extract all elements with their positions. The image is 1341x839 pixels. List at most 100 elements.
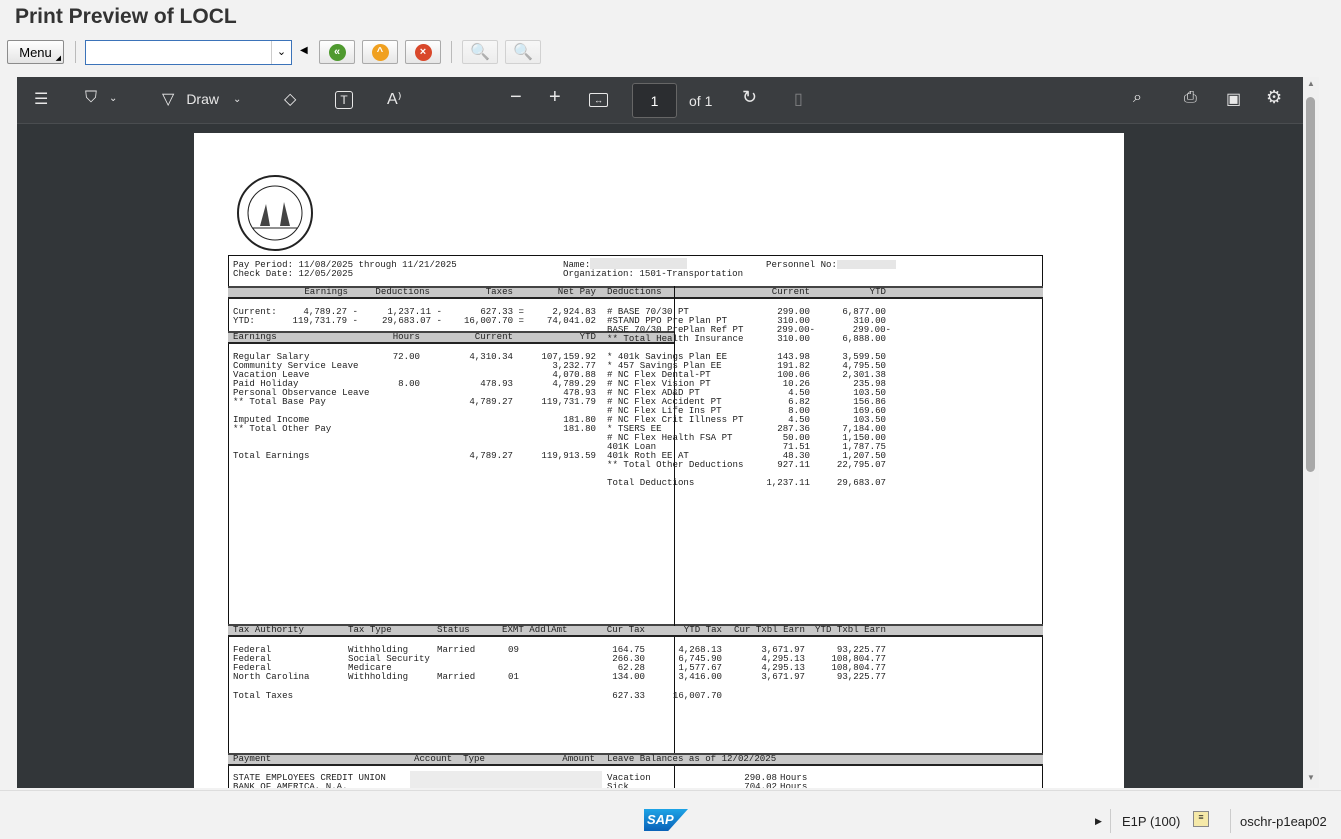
tax-value: 3,416.00: [678, 671, 722, 682]
earnings-header: Hours: [392, 331, 420, 342]
scroll-down-icon[interactable]: ▼: [1307, 773, 1315, 782]
personnel-label: Personnel No:: [766, 259, 837, 270]
deduction-ytd: 6,888.00: [842, 333, 886, 344]
deduction-current: 927.11: [777, 459, 810, 470]
summary-value: 29,683.07 -: [381, 315, 442, 326]
tax-header: Cur Txbl Earn: [734, 624, 805, 635]
summary-header: Deductions: [375, 286, 430, 297]
two-page-icon: ▯: [794, 91, 803, 108]
page-count: of 1: [689, 93, 713, 109]
tax-value: 134.00: [612, 671, 645, 682]
earnings-value: 4,789.27: [469, 450, 513, 461]
summary-row-label: YTD:: [233, 315, 255, 326]
back-icon: «: [328, 43, 346, 61]
divider: [1230, 809, 1231, 833]
pdf-toolbar: ☰ ⛉ ⌄ ▽Draw⌄ ◇ T A⁾ − + ↔ of 1 ↻ ▯ ⌕ ⎙ ▣…: [17, 77, 1303, 124]
save-icon[interactable]: ▣: [1226, 89, 1241, 109]
command-input[interactable]: [86, 41, 271, 64]
deduction-label: ** Total Health Insurance: [607, 333, 744, 344]
cancel-icon: ×: [414, 43, 432, 61]
scrollbar-thumb[interactable]: [1306, 97, 1315, 472]
cancel-button[interactable]: ×: [405, 40, 441, 64]
back-button[interactable]: «: [319, 40, 355, 64]
leave-balance: 704.02: [744, 781, 777, 788]
pdf-viewer: ☰ ⛉ ⌄ ▽Draw⌄ ◇ T A⁾ − + ↔ of 1 ↻ ▯ ⌕ ⎙ ▣…: [17, 77, 1303, 788]
earnings-value: 119,731.79: [541, 396, 596, 407]
collapse-arrow-icon[interactable]: ◀: [300, 45, 308, 56]
earnings-value: 119,913.59: [541, 450, 596, 461]
payment-header: Payment: [233, 753, 272, 764]
exit-button[interactable]: ^: [362, 40, 398, 64]
search-icon[interactable]: ⌕: [1133, 89, 1142, 107]
rotate-icon[interactable]: ↻: [742, 87, 757, 108]
tax-value: North Carolina: [233, 671, 310, 682]
system-info-icon[interactable]: ≡: [1193, 811, 1209, 827]
tax-header: Cur Tax: [606, 624, 645, 635]
earnings-value: 4,310.34: [469, 351, 513, 362]
divider: [75, 41, 76, 63]
zoom-out-button[interactable]: 🔍: [505, 40, 541, 64]
organization: Organization: 1501-Transportation: [563, 268, 744, 279]
earnings-header: YTD: [579, 331, 596, 342]
tax-value: 01: [508, 671, 519, 682]
deductions-current-header: Current: [771, 286, 810, 297]
earnings-value: 4,789.27: [469, 396, 513, 407]
menu-button[interactable]: Menu ◢: [7, 40, 64, 64]
read-aloud-icon[interactable]: A⁾: [387, 89, 402, 109]
fit-width-icon[interactable]: ↔: [589, 93, 608, 107]
draw-button[interactable]: ▽ Draw ⌄: [162, 89, 241, 109]
highlight-icon[interactable]: ⛉ ⌄: [85, 89, 117, 107]
eraser-icon[interactable]: ◇: [284, 89, 296, 109]
deduction-label: Total Deductions: [607, 477, 695, 488]
chevron-down-icon[interactable]: ⌄: [271, 41, 291, 64]
tax-value: Married: [437, 671, 476, 682]
sap-logo: SAP: [644, 809, 688, 831]
earnings-header: Current: [474, 331, 513, 342]
leave-unit: Hours: [780, 781, 808, 788]
vertical-scrollbar[interactable]: ▲ ▼: [1303, 77, 1319, 788]
text-icon[interactable]: T: [335, 91, 353, 109]
tax-value: 09: [508, 644, 519, 655]
zoom-out-icon: 🔍: [513, 44, 533, 61]
outline-icon[interactable]: ☰: [34, 89, 48, 109]
deductions-ytd-header: YTD: [869, 286, 886, 297]
expand-arrow-icon[interactable]: ▶: [1095, 816, 1102, 827]
tax-value: 16,007.70: [672, 690, 722, 701]
summary-value: 119,731.79 -: [292, 315, 359, 326]
tax-value: Married: [437, 644, 476, 655]
system-info[interactable]: E1P (100): [1122, 814, 1180, 829]
exit-icon: ^: [371, 43, 389, 61]
leave-type: Sick: [607, 781, 629, 788]
redacted-personnel-no: [837, 260, 896, 269]
zoom-in-button[interactable]: 🔍: [462, 40, 498, 64]
earnings-row-label: Total Earnings: [233, 450, 310, 461]
tax-value: 93,225.77: [836, 671, 886, 682]
redacted-account: [410, 771, 602, 788]
deduction-current: 1,237.11: [766, 477, 810, 488]
deduction-ytd: 22,795.07: [836, 459, 886, 470]
divider: [1110, 809, 1111, 833]
summary-header: Earnings: [304, 286, 348, 297]
server-name: oschr-p1eap02: [1240, 814, 1327, 829]
deduction-current: 310.00: [777, 333, 810, 344]
draw-icon: ▽: [162, 91, 175, 108]
page-number-input[interactable]: [632, 83, 677, 118]
tax-header: YTD Tax: [683, 624, 722, 635]
command-field[interactable]: ⌄: [85, 40, 292, 65]
column-divider: [674, 766, 675, 788]
tax-header: EXMT AddlAmt: [502, 624, 568, 635]
print-icon[interactable]: ⎙: [1184, 89, 1197, 107]
zoom-out-icon[interactable]: −: [510, 86, 522, 109]
earnings-value: 72.00: [392, 351, 420, 362]
leave-balances-header: Leave Balances as of 12/02/2025: [607, 753, 777, 764]
check-date: Check Date: 12/05/2025: [233, 268, 354, 279]
settings-gear-icon[interactable]: ⚙: [1266, 87, 1282, 108]
zoom-in-icon[interactable]: +: [549, 86, 561, 109]
tax-value: Total Taxes: [233, 690, 294, 701]
deduction-label: ** Total Other Deductions: [607, 459, 744, 470]
deduction-ytd: 29,683.07: [836, 477, 886, 488]
deductions-header: Deductions: [607, 286, 662, 297]
scroll-up-icon[interactable]: ▲: [1307, 79, 1315, 88]
tax-header: Tax Type: [348, 624, 392, 635]
summary-value: 16,007.70 =: [463, 315, 524, 326]
